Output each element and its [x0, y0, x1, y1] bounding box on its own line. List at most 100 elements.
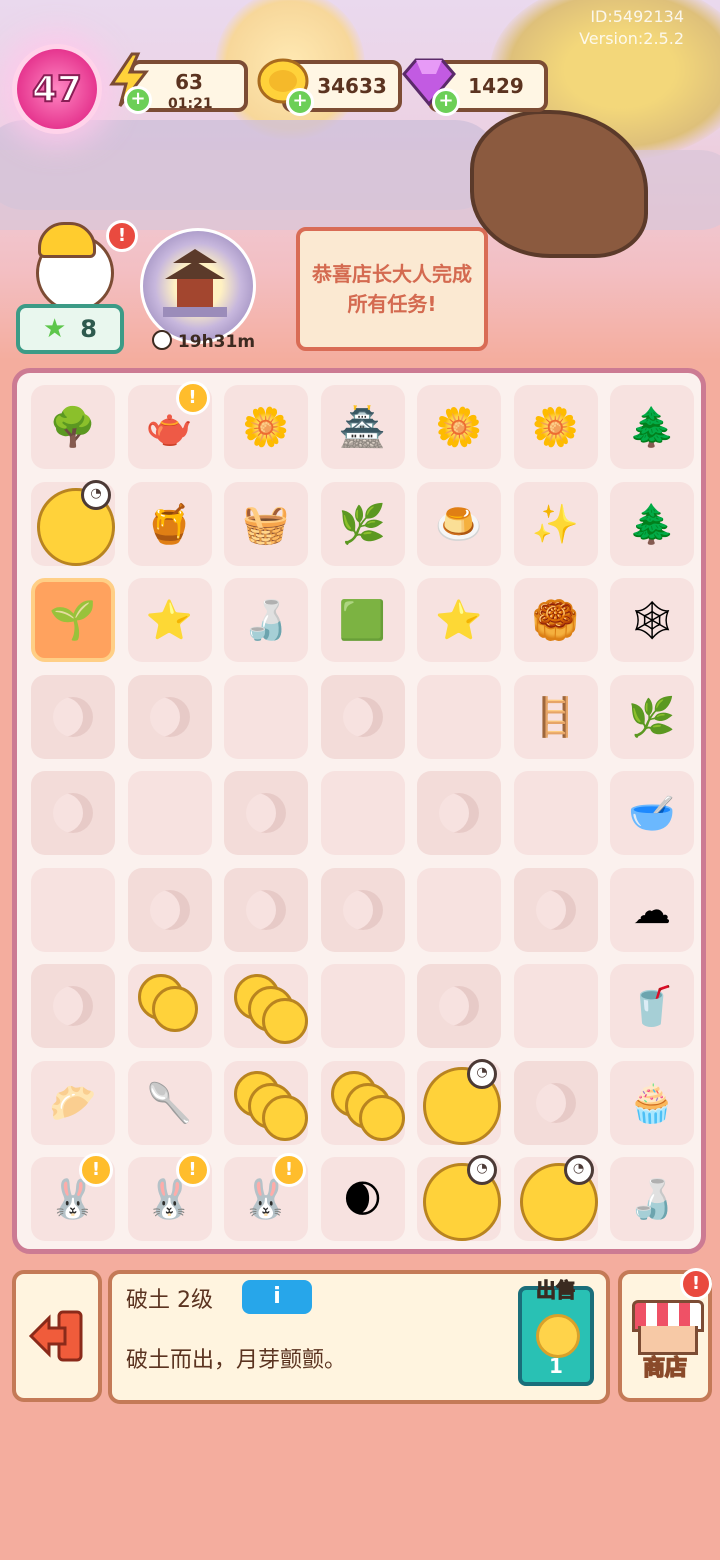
board-cell-empty[interactable] — [417, 674, 501, 759]
board-item-tree-gold[interactable]: 🌳 — [31, 385, 115, 469]
board-item-jam-jar[interactable]: 🍯 — [127, 481, 212, 566]
board-cell-empty[interactable] — [513, 964, 598, 1048]
crescent-moon-icon — [53, 793, 93, 833]
exit-button[interactable] — [12, 1270, 102, 1402]
board-item-soup-bowl[interactable]: 🥣 — [610, 771, 694, 855]
board-item-coins-two[interactable] — [127, 964, 212, 1048]
event-timer: 19h31m — [152, 330, 255, 352]
exit-icon — [28, 1310, 83, 1362]
crescent-moon-icon — [535, 1082, 576, 1123]
board-cell-locked[interactable] — [320, 867, 405, 952]
board-item-mooncake[interactable]: 🥮 — [513, 578, 598, 662]
board-cell-locked[interactable] — [127, 867, 212, 952]
board-item-jelly[interactable]: 🍮 — [417, 481, 501, 566]
board-item-drink-cup[interactable]: 🥤 — [610, 964, 694, 1048]
board-item-coins-stack[interactable] — [224, 964, 308, 1048]
info-button[interactable]: i — [242, 1280, 312, 1314]
add-gems-button[interactable]: + — [432, 88, 460, 116]
board-item-osmanthus-flower[interactable]: 🌼 — [513, 385, 598, 469]
board-item-rack[interactable]: 🪜 — [513, 674, 598, 759]
board-item-wine-bottle[interactable]: 🍶 — [224, 578, 308, 662]
board-cell-empty[interactable] — [513, 771, 598, 855]
board-cell-empty[interactable] — [127, 771, 212, 855]
board-item-pavilion[interactable]: 🏯 — [320, 385, 405, 469]
notice-badge-icon: ! — [175, 381, 210, 415]
board-item-tree-blue-small[interactable]: 🌲 — [610, 481, 694, 566]
notice-badge-icon: ! — [175, 1153, 210, 1187]
board-item-bunny-buns[interactable]: 🥟 — [31, 1060, 115, 1145]
board-item-sprout[interactable]: 🌱 — [31, 578, 115, 662]
add-energy-button[interactable]: + — [124, 86, 152, 114]
board-item-star-small[interactable]: ⭐ — [127, 578, 212, 662]
board-item-coins-heap[interactable] — [320, 1060, 405, 1145]
board-cell-locked[interactable] — [417, 771, 501, 855]
drink-cup-icon: 🥤 — [628, 984, 676, 1028]
shop-alert-icon: ! — [680, 1268, 712, 1300]
board-cell-locked[interactable] — [31, 771, 115, 855]
board-item-coin-locked[interactable]: ◔ — [417, 1058, 501, 1145]
crescent-moon-icon — [342, 696, 383, 737]
item-info-panel: 破土 2级 i 破土而出，月芽颤颤。 出售 1 — [108, 1270, 610, 1404]
board-item-bunny-mortar[interactable]: 🐰! — [31, 1153, 115, 1241]
board-item-star-plate[interactable]: ⭐ — [417, 578, 501, 662]
board-cell-empty[interactable] — [224, 674, 308, 759]
sapling-blue-icon: 🌿 — [628, 694, 676, 739]
quest-text: 恭喜店长大人完成所有任务! — [312, 262, 472, 316]
board-item-tray[interactable]: 🟩 — [320, 578, 405, 662]
level-badge[interactable]: 47 — [12, 44, 102, 134]
board-item-osmanthus-branch[interactable]: 🌼 — [224, 385, 308, 469]
sell-button[interactable]: 出售 1 — [518, 1278, 594, 1386]
board-item-coin-locked[interactable]: ◔ — [513, 1155, 598, 1241]
coins-stack-icon — [224, 964, 308, 1048]
board-cell-locked[interactable] — [31, 964, 115, 1048]
spider-web-icon: 🕸 — [627, 598, 677, 642]
board-item-flower-basket[interactable]: 🧺 — [224, 481, 308, 566]
board-item-bunny-bowl[interactable]: 🐰! — [224, 1153, 308, 1241]
board-item-moon-dark[interactable]: 🌒 — [320, 1157, 405, 1241]
add-coins-button[interactable]: + — [286, 88, 314, 116]
board-cell-locked[interactable] — [513, 1060, 598, 1145]
event-timer-text: 19h31m — [177, 332, 256, 352]
board-item-bunny-pot[interactable]: 🐰! — [127, 1153, 212, 1241]
board-cell-locked[interactable] — [127, 674, 212, 759]
board-item-petal[interactable]: 🌿 — [320, 481, 405, 566]
quest-notice[interactable]: 恭喜店长大人完成所有任务! — [296, 227, 488, 351]
timer-lock-icon: ◔ — [81, 479, 111, 510]
board-item-tree-blue[interactable]: 🌲 — [610, 385, 694, 469]
board-cell-locked[interactable] — [513, 867, 598, 952]
helper-duck-avatar[interactable] — [18, 214, 118, 312]
bunny-buns-icon: 🥟 — [49, 1080, 97, 1125]
crescent-moon-icon — [53, 986, 93, 1026]
board-cell-empty[interactable] — [31, 867, 115, 952]
coin-icon — [536, 1314, 580, 1358]
board-cell-empty[interactable] — [417, 867, 501, 952]
osmanthus-cluster-icon: 🌼 — [435, 405, 483, 449]
board-cell-locked[interactable] — [224, 771, 308, 855]
board-cell-locked[interactable] — [417, 964, 501, 1048]
board-cell-locked[interactable] — [31, 674, 115, 759]
shop-button[interactable]: 商店 ! — [618, 1268, 712, 1402]
board-cell-locked[interactable] — [320, 674, 405, 759]
gem-value: 1429 — [468, 74, 524, 98]
board-item-coin-locked[interactable]: ◔ — [417, 1155, 501, 1241]
version-text: Version:2.5.2 — [579, 29, 684, 48]
board-item-coin-locked[interactable]: ◔ — [31, 479, 115, 566]
tree-blue-icon: 🌲 — [628, 405, 676, 449]
energy-value: 63 — [175, 70, 203, 94]
board-item-osmanthus-cluster[interactable]: 🌼 — [417, 385, 501, 469]
board-item-cupcake[interactable]: 🧁 — [610, 1060, 694, 1145]
star-counter[interactable]: ★ 8 — [16, 304, 124, 354]
board-cell-locked[interactable] — [224, 867, 308, 952]
board-item-sapling-blue[interactable]: 🌿 — [610, 674, 694, 759]
board-item-teapot[interactable]: 🫖! — [127, 381, 212, 469]
board-item-coins-pile[interactable] — [224, 1060, 308, 1145]
star-small-icon: ⭐ — [145, 598, 194, 642]
board-cell-empty[interactable] — [320, 771, 405, 855]
board-item-petals-pair[interactable]: ✨ — [513, 481, 598, 566]
board-item-wine-set[interactable]: 🍶 — [610, 1157, 694, 1241]
event-pagoda-button[interactable] — [140, 228, 256, 344]
board-item-wooden-scoop[interactable]: 🥄 — [127, 1060, 212, 1145]
board-item-cloud[interactable]: ☁ — [610, 867, 694, 952]
board-item-spider-web[interactable]: 🕸 — [610, 578, 694, 662]
board-cell-empty[interactable] — [320, 964, 405, 1048]
